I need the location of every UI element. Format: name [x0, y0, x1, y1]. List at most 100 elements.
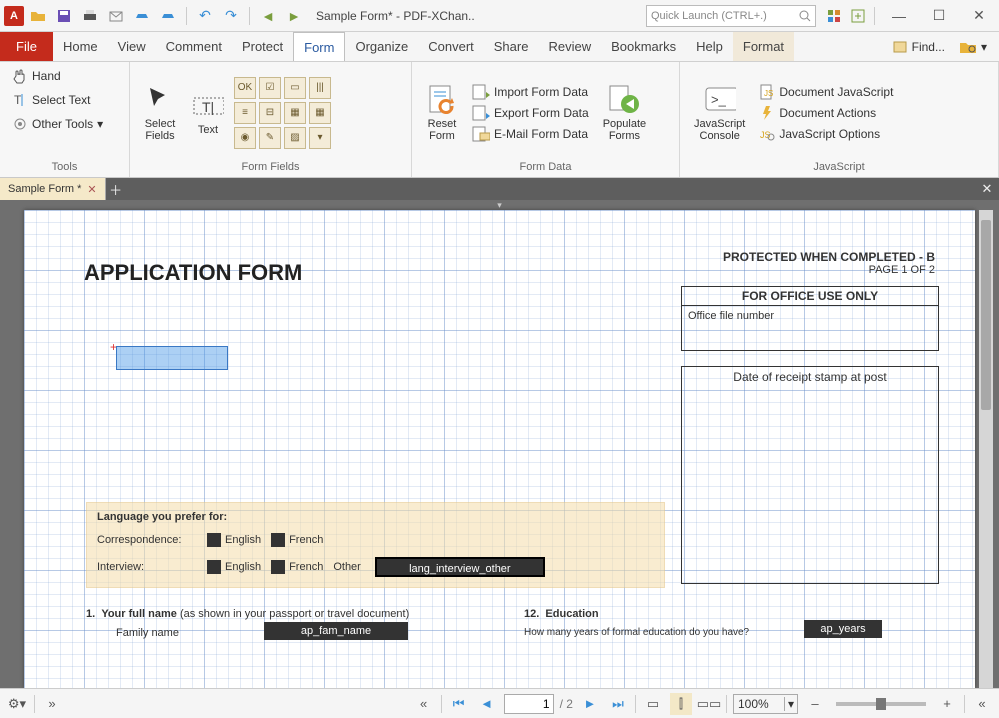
combo-field-icon[interactable]: ⊟: [259, 102, 281, 124]
menu-comment[interactable]: Comment: [156, 32, 232, 61]
fit-icon[interactable]: [846, 4, 870, 28]
email-form-data-button[interactable]: E-Mail Form Data: [468, 124, 593, 144]
text-field-family-name[interactable]: ap_fam_name: [264, 622, 408, 640]
app-icon: A: [4, 6, 24, 26]
zoom-slider[interactable]: [836, 702, 926, 706]
panel-expand-icon[interactable]: «: [413, 693, 435, 715]
ok-button-field-icon[interactable]: OK: [234, 77, 256, 99]
barcode-field-icon[interactable]: |||: [309, 77, 331, 99]
panel-handle[interactable]: [0, 200, 999, 210]
minimize-button[interactable]: —: [879, 1, 919, 31]
vertical-scrollbar[interactable]: [979, 210, 993, 688]
page[interactable]: APPLICATION FORM PROTECTED WHEN COMPLETE…: [24, 210, 975, 688]
scan2-icon[interactable]: [156, 4, 180, 28]
window-title: Sample Form* - PDF-XChan..: [306, 9, 646, 23]
dropdown-field-icon[interactable]: ▭: [284, 77, 306, 99]
scrollbar-thumb[interactable]: [981, 220, 991, 410]
select-text-tool[interactable]: TSelect Text: [8, 90, 107, 110]
last-page-icon[interactable]: ⏭: [607, 693, 629, 715]
office-use-box: FOR OFFICE USE ONLY Office file number: [681, 286, 939, 351]
undo-icon[interactable]: ↶: [193, 4, 217, 28]
reset-form-button[interactable]: Reset Form: [420, 80, 464, 146]
text-field-button[interactable]: T| Text: [186, 86, 230, 140]
menu-review[interactable]: Review: [538, 32, 601, 61]
family-name-label: Family name: [116, 627, 179, 639]
options-gear-icon[interactable]: ⚙▾: [6, 693, 28, 715]
menu-form[interactable]: Form: [293, 32, 345, 61]
open-icon[interactable]: [26, 4, 50, 28]
document-tab[interactable]: Sample Form * ✕: [0, 178, 106, 200]
menu-protect[interactable]: Protect: [232, 32, 293, 61]
menu-bookmarks[interactable]: Bookmarks: [601, 32, 686, 61]
checkbox-field[interactable]: [271, 533, 285, 547]
checkbox-field[interactable]: [207, 533, 221, 547]
ribbon: Hand TSelect Text Other Tools ▾ Tools Se…: [0, 62, 999, 178]
language-section: Language you prefer for: Correspondence:…: [86, 502, 665, 588]
close-document-button[interactable]: ✕: [977, 178, 997, 200]
date2-field-icon[interactable]: ▦: [309, 102, 331, 124]
populate-forms-button[interactable]: Populate Forms: [597, 80, 652, 146]
other-tools[interactable]: Other Tools ▾: [8, 114, 107, 134]
prev-page-icon[interactable]: ◄: [476, 693, 498, 715]
menu-view[interactable]: View: [108, 32, 156, 61]
ui-options-icon[interactable]: [822, 4, 846, 28]
document-tabstrip: Sample Form * ✕ ＋ ✕: [0, 178, 999, 200]
mail-icon[interactable]: [104, 4, 128, 28]
nav-fwd-icon[interactable]: ►: [282, 4, 306, 28]
export-form-data-button[interactable]: Export Form Data: [468, 103, 593, 123]
image-field-icon[interactable]: ▨: [284, 127, 306, 149]
continuous-page-icon[interactable]: ⫿: [670, 693, 692, 715]
two-page-icon[interactable]: ▭▭: [698, 693, 720, 715]
maximize-button[interactable]: ☐: [919, 1, 959, 31]
question-12-sub: How many years of formal education do yo…: [524, 627, 749, 638]
search-panel-button[interactable]: ▾: [953, 37, 993, 57]
javascript-options-button[interactable]: JSJavaScript Options: [755, 124, 897, 144]
page-number-input[interactable]: [504, 694, 554, 714]
single-page-icon[interactable]: ▭: [642, 693, 664, 715]
print-icon[interactable]: [78, 4, 102, 28]
zoom-in-icon[interactable]: +: [936, 693, 958, 715]
hand-tool[interactable]: Hand: [8, 66, 107, 86]
menu-organize[interactable]: Organize: [345, 32, 418, 61]
menu-format[interactable]: Format: [733, 32, 794, 61]
radio-field-icon[interactable]: ◉: [234, 127, 256, 149]
menu-share[interactable]: Share: [484, 32, 539, 61]
find-button[interactable]: Find...: [886, 37, 951, 57]
document-actions-button[interactable]: Document Actions: [755, 103, 897, 123]
new-field-drag[interactable]: [116, 346, 228, 370]
form-field-gallery[interactable]: OK ☑ ▭ ||| ≡ ⊟ ▦ ▦ ◉ ✎ ▨ ▾: [234, 77, 331, 149]
checkbox-field-icon[interactable]: ☑: [259, 77, 281, 99]
document-javascript-button[interactable]: JSDocument JavaScript: [755, 82, 897, 102]
menu-file[interactable]: File: [0, 32, 53, 61]
checkbox-field[interactable]: [207, 560, 221, 574]
scan-icon[interactable]: [130, 4, 154, 28]
listbox-field-icon[interactable]: ≡: [234, 102, 256, 124]
close-tab-icon[interactable]: ✕: [87, 183, 96, 196]
menu-home[interactable]: Home: [53, 32, 108, 61]
menubar: File Home View Comment Protect Form Orga…: [0, 32, 999, 62]
signature-field-icon[interactable]: ✎: [259, 127, 281, 149]
import-form-data-button[interactable]: Import Form Data: [468, 82, 593, 102]
zoom-out-icon[interactable]: –: [804, 693, 826, 715]
nav-back-icon[interactable]: ◄: [256, 4, 280, 28]
first-page-icon[interactable]: ⏮: [448, 693, 470, 715]
checkbox-field[interactable]: [271, 560, 285, 574]
select-fields-button[interactable]: Select Fields: [138, 80, 182, 146]
receipt-stamp-box: Date of receipt stamp at post: [681, 366, 939, 584]
close-button[interactable]: ✕: [959, 1, 999, 31]
save-icon[interactable]: [52, 4, 76, 28]
date-field-icon[interactable]: ▦: [284, 102, 306, 124]
new-tab-button[interactable]: ＋: [106, 178, 126, 200]
menu-convert[interactable]: Convert: [418, 32, 484, 61]
next-page-icon[interactable]: ►: [579, 693, 601, 715]
quick-launch-input[interactable]: Quick Launch (CTRL+.): [646, 5, 816, 27]
text-field-ap-years[interactable]: ap_years: [804, 620, 882, 638]
panel-right-icon[interactable]: «: [971, 693, 993, 715]
redo-icon[interactable]: ↷: [219, 4, 243, 28]
more-fields-icon[interactable]: ▾: [309, 127, 331, 149]
js-console-button[interactable]: >_ JavaScript Console: [688, 80, 751, 146]
menu-help[interactable]: Help: [686, 32, 733, 61]
panel-collapse-icon[interactable]: »: [41, 693, 63, 715]
zoom-combo[interactable]: 100%▾: [733, 694, 798, 714]
text-field-other[interactable]: lang_interview_other: [375, 557, 545, 577]
